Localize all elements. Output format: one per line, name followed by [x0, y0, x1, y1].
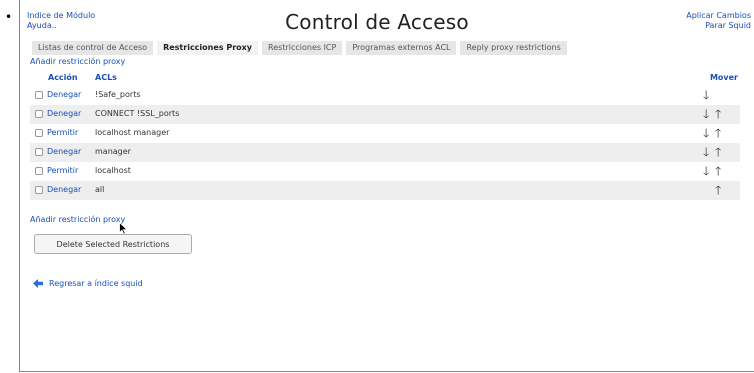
arrow-down-icon[interactable]: 🡓	[703, 88, 709, 102]
arrow-left-icon	[33, 279, 43, 288]
row-action-link[interactable]: Permitir	[47, 128, 78, 137]
row-action-link[interactable]: Denegar	[47, 90, 81, 99]
row-action-link[interactable]: Permitir	[47, 166, 78, 175]
row-action-link[interactable]: Denegar	[47, 185, 81, 194]
row-acls: CONNECT !SSL_ports	[95, 109, 180, 118]
table-row: Permitir localhost 🡓 🡑	[30, 162, 740, 181]
add-restriction-link-bottom[interactable]: Añadir restricción proxy	[30, 215, 125, 224]
tab-reply-proxy-restrictions[interactable]: Reply proxy restrictions	[460, 41, 567, 55]
arrow-up-icon[interactable]: 🡑	[715, 107, 721, 121]
column-header-acls: ACLs	[95, 73, 117, 82]
table-row: Denegar CONNECT !SSL_ports 🡓 🡑	[30, 105, 740, 124]
delete-selected-restrictions-button[interactable]: Delete Selected Restrictions	[34, 234, 192, 254]
tab-external-acl-programs[interactable]: Programas externos ACL	[346, 41, 457, 55]
table-header: Acción ACLs Mover	[30, 70, 740, 86]
tab-bar: Listas de control de Acceso Restriccione…	[32, 41, 567, 55]
arrow-up-icon[interactable]: 🡑	[715, 164, 721, 178]
arrow-down-icon[interactable]: 🡓	[703, 107, 709, 121]
row-acls: all	[95, 185, 105, 194]
arrow-up-icon[interactable]: 🡑	[715, 145, 721, 159]
arrow-up-icon[interactable]: 🡑	[715, 183, 721, 197]
row-action-link[interactable]: Denegar	[47, 109, 81, 118]
column-header-move: Mover	[709, 73, 738, 82]
back-link-label: Regresar a índice squid	[49, 279, 143, 288]
row-checkbox[interactable]	[35, 148, 43, 156]
row-action-link[interactable]: Denegar	[47, 147, 81, 156]
row-checkbox[interactable]	[35, 110, 43, 118]
back-to-squid-index-link[interactable]: Regresar a índice squid	[33, 279, 143, 288]
table-row: Permitir localhost manager 🡓 🡑	[30, 124, 740, 143]
column-header-action: Acción	[48, 73, 78, 82]
tab-proxy-restrictions[interactable]: Restricciones Proxy	[157, 41, 259, 55]
row-acls: localhost	[95, 166, 131, 175]
stop-squid-link[interactable]: Parar Squid	[686, 21, 751, 31]
row-checkbox[interactable]	[35, 167, 43, 175]
row-acls: localhost manager	[95, 128, 170, 137]
table-row: Denegar !Safe_ports 🡓	[30, 86, 740, 105]
table-row: Denegar manager 🡓 🡑	[30, 143, 740, 162]
row-checkbox[interactable]	[35, 186, 43, 194]
tab-acl-lists[interactable]: Listas de control de Acceso	[32, 41, 154, 55]
header-right-links: Aplicar Cambios Parar Squid	[686, 11, 751, 31]
row-acls: manager	[95, 147, 131, 156]
row-acls: !Safe_ports	[95, 90, 141, 99]
table-row: Denegar all 🡑	[30, 181, 740, 200]
arrow-up-icon[interactable]: 🡑	[715, 126, 721, 140]
row-checkbox[interactable]	[35, 91, 43, 99]
page-title: Control de Acceso	[285, 10, 469, 34]
arrow-down-icon[interactable]: 🡓	[703, 126, 709, 140]
arrow-down-icon[interactable]: 🡓	[703, 145, 709, 159]
apply-changes-link[interactable]: Aplicar Cambios	[686, 11, 751, 21]
row-checkbox[interactable]	[35, 129, 43, 137]
arrow-down-icon[interactable]: 🡓	[703, 164, 709, 178]
tab-icp-restrictions[interactable]: Restricciones ICP	[262, 41, 343, 55]
add-restriction-link-top[interactable]: Añadir restricción proxy	[30, 57, 125, 66]
restrictions-table: Acción ACLs Mover Denegar !Safe_ports 🡓 …	[30, 70, 740, 200]
